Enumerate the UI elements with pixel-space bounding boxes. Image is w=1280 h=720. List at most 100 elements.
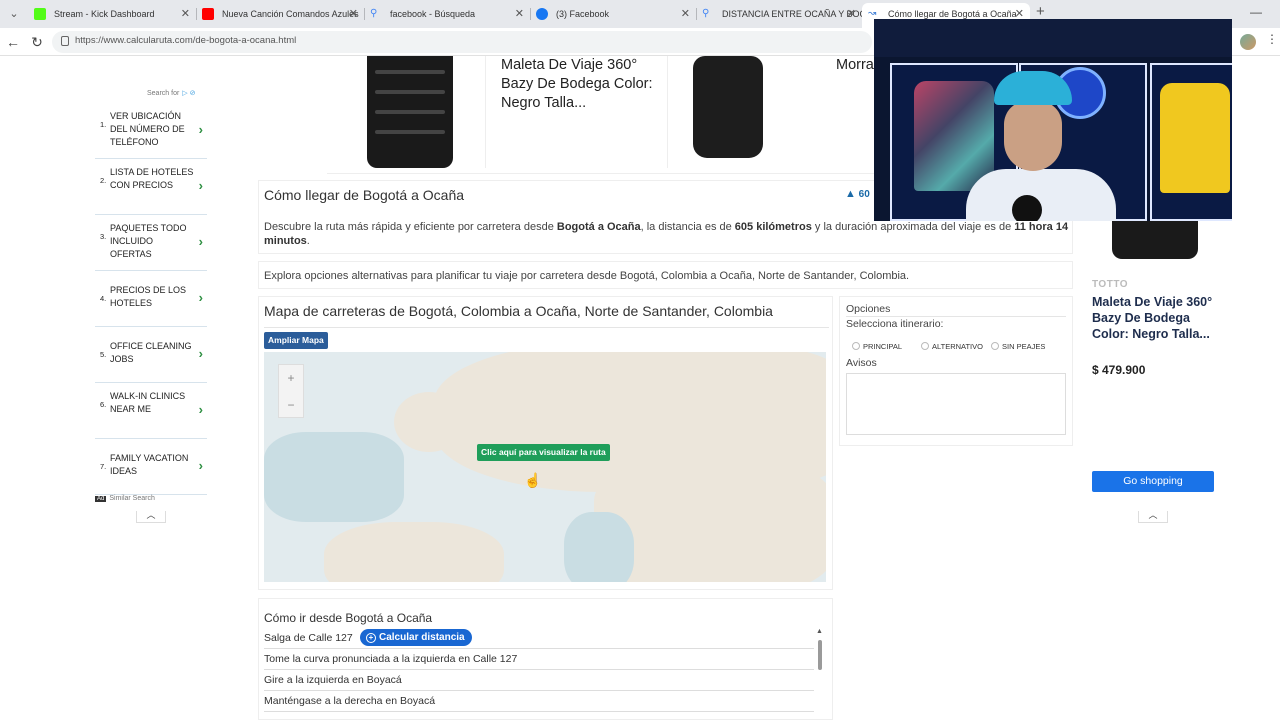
- ad-divider: [485, 56, 486, 168]
- facebook-icon: [536, 8, 548, 20]
- ad-search-item[interactable]: 6. Walk-in clinics near me ›: [95, 384, 207, 439]
- close-icon[interactable]: ✕: [515, 3, 524, 25]
- search-for-label: Search for ▷ ⊘: [147, 90, 196, 97]
- ad-search-item[interactable]: 5. Office cleaning jobs ›: [95, 328, 207, 383]
- visualizar-ruta-button[interactable]: Clic aquí para visualizar la ruta: [477, 444, 610, 461]
- tab-distancia[interactable]: ⚲ DISTANCIA ENTRE OCAÑA Y BOGOTÁ ✕: [696, 3, 862, 28]
- item-label: Family vacation ideas: [110, 453, 189, 476]
- item-number: 2.: [100, 176, 107, 185]
- divider: [264, 327, 829, 328]
- backpack-image[interactable]: [693, 56, 763, 158]
- route-title: Cómo ir desde Bogotá a Ocaña: [264, 611, 433, 625]
- browser-menu-icon[interactable]: ⋮: [1266, 32, 1278, 46]
- zoom-out-icon[interactable]: −: [279, 392, 303, 419]
- tab-facebook[interactable]: (3) Facebook ✕: [530, 3, 696, 28]
- collapse-right-ad-button[interactable]: ︿: [1138, 511, 1168, 523]
- item-number: 7.: [100, 462, 107, 471]
- chevron-right-icon: ›: [198, 458, 203, 473]
- product-title[interactable]: Maleta De Viaje 360° Bazy De Bodega Colo…: [501, 56, 661, 113]
- radio-circle-icon: [921, 342, 929, 350]
- ad-search-item[interactable]: 2. Lista de hoteles con precios ›: [95, 160, 207, 215]
- route-step: Salga de Calle 127: [264, 628, 814, 649]
- map-zoom-control: + −: [278, 364, 304, 418]
- zoom-in-icon[interactable]: +: [279, 365, 303, 392]
- item-label: Ver ubicación del número de teléfono: [110, 111, 185, 147]
- left-search-ad: Search for ▷ ⊘ 1. Ver ubicación del número…: [95, 88, 207, 518]
- product-title[interactable]: Maleta De Viaje 360° Bazy De Bodega Colo…: [1092, 294, 1214, 342]
- item-label: Office cleaning jobs: [110, 341, 192, 364]
- close-icon[interactable]: ✕: [681, 3, 690, 25]
- radio-sin-peajes[interactable]: Sin peajes: [991, 342, 1045, 351]
- adchoices-icon[interactable]: ▷ ⊘: [182, 90, 195, 97]
- extension-icon[interactable]: [1240, 34, 1256, 50]
- item-label: Lista de hoteles con precios: [110, 167, 194, 190]
- options-title: Opciones: [846, 303, 891, 315]
- plus-circle-icon: +: [366, 633, 376, 643]
- search-icon: ⚲: [702, 8, 710, 19]
- go-shopping-button[interactable]: Go shopping: [1092, 471, 1214, 492]
- chevron-right-icon: ›: [198, 178, 203, 193]
- hand-cursor-icon: ☝: [524, 472, 542, 488]
- right-product-ad[interactable]: TOTTO Maleta De Viaje 360° Bazy De Bodeg…: [1084, 221, 1222, 511]
- item-label: Paquetes todo incluido ofertas: [110, 223, 187, 259]
- ad-search-item[interactable]: 1. Ver ubicación del número de teléfono ›: [95, 104, 207, 159]
- alternatives-card: Explora opciones alternativas para plani…: [258, 261, 1073, 289]
- page-title: Cómo llegar de Bogotá a Ocaña: [264, 187, 465, 203]
- tab-search-icon[interactable]: ⌄: [6, 6, 22, 22]
- collapse-left-ad-button[interactable]: ︿: [136, 511, 166, 523]
- tab-title: DISTANCIA ENTRE OCAÑA Y BOGOTÁ: [722, 9, 862, 19]
- chevron-right-icon: ›: [198, 402, 203, 417]
- divider: [846, 316, 1066, 317]
- new-tab-button[interactable]: +: [1036, 3, 1045, 20]
- tab-title: Nueva Canción Comandos Azules: [222, 9, 359, 19]
- person-face: [1004, 101, 1062, 171]
- ad-search-item[interactable]: 4. Precios de los hoteles ›: [95, 272, 207, 327]
- ad-search-item[interactable]: 3. Paquetes todo incluido ofertas ›: [95, 216, 207, 271]
- brand-logo: TOTTO: [1092, 279, 1129, 290]
- scroll-thumb[interactable]: [818, 640, 822, 670]
- site-info-icon[interactable]: [61, 36, 69, 46]
- person-cap: [994, 71, 1072, 105]
- chevron-right-icon: ›: [198, 290, 203, 305]
- radio-circle-icon: [852, 342, 860, 350]
- jersey-image: [1160, 83, 1230, 193]
- back-icon[interactable]: ←: [4, 33, 22, 51]
- tab-youtube[interactable]: Nueva Canción Comandos Azules ✕: [196, 3, 364, 28]
- suitcase-image[interactable]: [1112, 221, 1198, 259]
- close-icon[interactable]: ✕: [847, 3, 856, 25]
- options-panel: Opciones Selecciona itinerario: Principa…: [839, 296, 1073, 446]
- radio-principal[interactable]: Principal: [852, 342, 902, 351]
- top-product-ad[interactable]: Maleta De Viaje 360° Bazy De Bodega Colo…: [327, 56, 887, 174]
- item-number: 3.: [100, 232, 107, 241]
- calcular-distancia-button[interactable]: + Calcular distancia: [360, 629, 472, 646]
- suitcase-image[interactable]: [367, 56, 453, 168]
- similar-search-label: Similar Search: [109, 495, 155, 502]
- route-step: Manténgase a la derecha en Boyacá: [264, 691, 814, 712]
- tab-kick-dashboard[interactable]: Stream - Kick Dashboard ✕: [28, 3, 196, 28]
- ampliar-mapa-button[interactable]: Ampliar Mapa: [264, 332, 328, 349]
- close-icon[interactable]: ✕: [349, 3, 358, 25]
- distance-badge: ▲ 60: [845, 188, 870, 200]
- search-icon: ⚲: [370, 8, 378, 19]
- minimize-icon[interactable]: —: [1250, 5, 1262, 19]
- chevron-right-icon: ›: [198, 122, 203, 137]
- scroll-up-icon[interactable]: ▲: [816, 628, 823, 635]
- ad-search-item[interactable]: 7. Family vacation ideas ›: [95, 440, 207, 495]
- chevron-right-icon: ›: [198, 234, 203, 249]
- ad-divider: [667, 56, 668, 168]
- steps-scrollbar[interactable]: ▲: [816, 628, 824, 718]
- item-number: 4.: [100, 294, 107, 303]
- item-number: 5.: [100, 350, 107, 359]
- radio-circle-icon: [991, 342, 999, 350]
- tab-facebook-search[interactable]: ⚲ facebook - Búsqueda ✕: [364, 3, 530, 28]
- tab-title: Cómo llegar de Bogotá a Ocaña: [888, 9, 1017, 19]
- radio-alternativo[interactable]: Alternativo: [921, 342, 983, 351]
- ad-footer: Ad Similar Search: [95, 495, 207, 507]
- kick-icon: [34, 8, 46, 20]
- close-icon[interactable]: ✕: [181, 3, 190, 25]
- url-field[interactable]: https://www.calcularuta.com/de-bogota-a-…: [52, 31, 872, 53]
- reload-icon[interactable]: ↻: [28, 33, 46, 51]
- route-map[interactable]: + − Clic aquí para visualizar la ruta ☝: [264, 352, 826, 582]
- tab-title: Stream - Kick Dashboard: [54, 9, 155, 19]
- item-number: 6.: [100, 400, 107, 409]
